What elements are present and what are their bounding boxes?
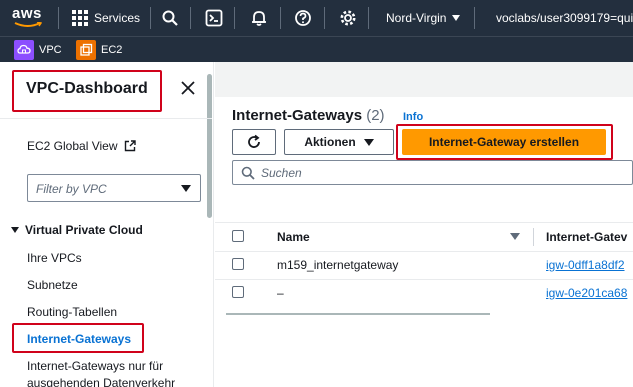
table-horizontal-scrollbar[interactable] — [226, 313, 490, 315]
region-label: Nord-Virgin — [386, 11, 447, 25]
column-separator[interactable] — [533, 228, 534, 246]
search-icon — [241, 166, 255, 180]
aws-smile-icon — [14, 22, 42, 27]
aws-logo[interactable]: aws — [12, 5, 46, 29]
highlight-box — [396, 124, 613, 160]
sidebar-scrollbar[interactable] — [207, 74, 212, 218]
table-row-gateway-id-link[interactable]: igw-0e201ca68 — [546, 286, 627, 300]
caret-down-icon — [181, 185, 191, 192]
nav-divider — [58, 7, 59, 29]
search-icon[interactable] — [161, 9, 179, 27]
actions-dropdown-button[interactable]: Aktionen — [284, 129, 394, 155]
caret-down-icon — [11, 227, 19, 233]
sidebar-item-subnets[interactable]: Subnetze — [27, 278, 78, 292]
ec2-service-icon — [76, 40, 96, 60]
favorite-ec2-label: EC2 — [101, 44, 123, 56]
actions-label: Aktionen — [304, 135, 356, 149]
search-placeholder: Suchen — [261, 166, 302, 180]
page-title: Internet-Gateways (2) — [232, 107, 385, 124]
cloudshell-icon[interactable] — [205, 9, 223, 27]
ec2-global-view-link[interactable]: EC2 Global View — [27, 139, 136, 153]
favorite-vpc[interactable]: VPC — [14, 40, 62, 60]
table-row-gateway-id-link[interactable]: igw-0dff1a8df2 — [546, 258, 625, 272]
favorites-bar: VPC EC2 — [0, 36, 633, 62]
account-label: voclabs/user3099179=quiri — [496, 11, 633, 25]
help-icon[interactable] — [294, 9, 312, 27]
services-menu-button[interactable]: Services — [72, 0, 140, 36]
highlight-box — [12, 323, 144, 353]
nav-divider — [234, 7, 235, 29]
sort-caret-icon[interactable] — [510, 233, 520, 240]
item-count: (2) — [366, 107, 385, 124]
column-header-name[interactable]: Name — [277, 230, 310, 244]
row-divider — [215, 279, 633, 280]
nav-divider — [368, 7, 369, 29]
table-row-name: m159_internetgateway — [277, 258, 399, 272]
section-label: Virtual Private Cloud — [25, 223, 143, 237]
grid-icon — [72, 10, 88, 26]
nav-divider — [324, 7, 325, 29]
region-selector[interactable]: Nord-Virgin — [386, 0, 461, 36]
external-link-icon — [124, 140, 136, 152]
favorite-vpc-label: VPC — [39, 44, 62, 56]
row-checkbox[interactable] — [232, 258, 244, 270]
aws-logo-text: aws — [12, 5, 42, 22]
sidebar-item-vpcs[interactable]: Ihre VPCs — [27, 251, 82, 265]
bell-icon[interactable] — [250, 9, 268, 27]
nav-divider — [280, 7, 281, 29]
nav-divider — [190, 7, 191, 29]
ec2-global-view-label: EC2 Global View — [27, 139, 118, 153]
search-field[interactable]: Suchen — [232, 160, 633, 185]
column-header-gateway-id[interactable]: Internet-Gatev — [546, 230, 627, 244]
vpc-service-icon — [14, 40, 34, 60]
close-icon[interactable] — [180, 80, 196, 96]
sidebar-item-egress-only-gateways-line2[interactable]: ausgehenden Datenverkehr — [27, 376, 175, 387]
services-label: Services — [94, 11, 141, 25]
section-virtual-private-cloud[interactable]: Virtual Private Cloud — [11, 223, 143, 237]
nav-divider — [474, 7, 475, 29]
caret-down-icon — [363, 138, 374, 146]
row-checkbox[interactable] — [232, 286, 244, 298]
refresh-icon — [248, 134, 260, 148]
nav-divider — [150, 7, 151, 29]
sidebar-item-egress-only-gateways[interactable]: Internet-Gateways nur für — [27, 359, 163, 373]
highlight-box — [12, 70, 162, 112]
refresh-button[interactable] — [232, 129, 276, 155]
gear-icon[interactable] — [339, 9, 357, 27]
top-nav: aws Services Nord-Virgin voclabs/user309… — [0, 0, 633, 36]
sidebar-item-route-tables[interactable]: Routing-Tabellen — [27, 305, 117, 319]
table-row-name: – — [277, 286, 284, 300]
page-title-text: Internet-Gateways — [232, 107, 363, 124]
account-menu[interactable]: voclabs/user3099179=quiri — [496, 0, 633, 36]
vpc-filter-placeholder: Filter by VPC — [36, 182, 107, 196]
sidebar-divider — [0, 118, 212, 119]
favorite-ec2[interactable]: EC2 — [76, 40, 122, 60]
vpc-filter-select[interactable]: Filter by VPC — [27, 174, 201, 202]
aws-console: aws Services Nord-Virgin voclabs/user309… — [0, 0, 633, 387]
select-all-checkbox[interactable] — [232, 230, 244, 242]
caret-down-icon — [452, 15, 461, 21]
info-link[interactable]: Info — [403, 111, 423, 123]
